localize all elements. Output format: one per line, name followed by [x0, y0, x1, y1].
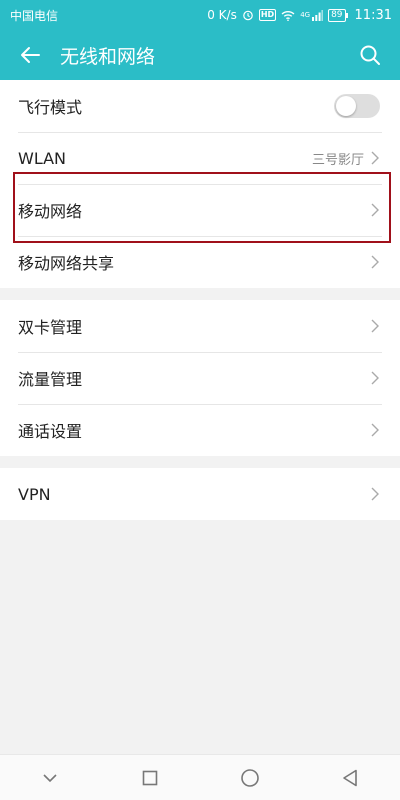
cellular-signal-icon: 4G: [300, 9, 324, 21]
wlan-row[interactable]: WLAN 三号影厅: [0, 132, 400, 184]
hd-icon: HD: [258, 9, 277, 21]
vpn-row[interactable]: VPN: [0, 468, 400, 520]
row-label: 双卡管理: [18, 318, 83, 337]
status-icons: 0 K/s HD 4G 89 11:31: [207, 8, 392, 23]
status-bar: 中国电信 0 K/s HD 4G 89 11:31: [0, 0, 400, 30]
chevron-right-icon: [370, 254, 380, 270]
group-divider: [0, 456, 400, 468]
alarm-icon: [242, 9, 254, 21]
mobile-network-row[interactable]: 移动网络: [0, 184, 400, 236]
app-bar: 无线和网络: [0, 30, 400, 80]
row-label: 移动网络共享: [18, 254, 115, 273]
wlan-current-network: 三号影厅: [311, 152, 364, 168]
back-nav-button[interactable]: [320, 755, 380, 800]
battery-level: 89: [331, 9, 343, 20]
chevron-down-icon: [43, 773, 57, 782]
row-label: 流量管理: [18, 370, 83, 389]
row-label: 通话设置: [18, 422, 83, 441]
square-icon: [142, 770, 158, 785]
navigation-bar: [0, 754, 400, 800]
row-label: 移动网络: [18, 202, 83, 221]
settings-group-sim: 双卡管理 流量管理 通话设置: [0, 300, 400, 456]
airplane-mode-toggle[interactable]: [334, 94, 380, 118]
chevron-right-icon: [370, 422, 380, 438]
network-speed: 0 K/s: [207, 8, 237, 22]
triangle-back-icon: [343, 769, 357, 786]
settings-group-vpn: VPN: [0, 468, 400, 520]
toggle-knob: [336, 96, 356, 116]
page-title: 无线和网络: [60, 45, 156, 68]
row-label: VPN: [18, 484, 51, 504]
chevron-right-icon: [370, 486, 380, 502]
settings-list: 飞行模式 WLAN 三号影厅 移动网络 移动网络共享 双卡管理 流量管理 通话设…: [0, 80, 400, 520]
back-button[interactable]: [0, 30, 60, 80]
home-button[interactable]: [220, 755, 280, 800]
search-button[interactable]: [340, 30, 400, 80]
call-settings-row[interactable]: 通话设置: [0, 404, 400, 456]
wifi-icon: [281, 10, 295, 21]
back-arrow-icon: [21, 47, 40, 63]
chevron-right-icon: [370, 202, 380, 218]
data-usage-row[interactable]: 流量管理: [0, 352, 400, 404]
airplane-mode-row[interactable]: 飞行模式: [0, 80, 400, 132]
settings-group-network: 飞行模式 WLAN 三号影厅 移动网络 移动网络共享: [0, 80, 400, 288]
signal-type: 4G: [300, 11, 311, 19]
group-divider: [0, 288, 400, 300]
row-label: WLAN: [18, 148, 67, 168]
tethering-row[interactable]: 移动网络共享: [0, 236, 400, 288]
chevron-right-icon: [370, 318, 380, 334]
dual-sim-row[interactable]: 双卡管理: [0, 300, 400, 352]
carrier-name: 中国电信: [10, 8, 59, 23]
chevron-right-icon: [370, 150, 380, 166]
battery-icon: 89: [328, 8, 349, 22]
search-icon: [360, 45, 380, 65]
circle-icon: [241, 768, 259, 787]
row-label: 飞行模式: [18, 98, 83, 117]
clock: 11:31: [354, 7, 392, 23]
recent-apps-button[interactable]: [120, 755, 180, 800]
chevron-right-icon: [370, 370, 380, 386]
notification-toggle-button[interactable]: [20, 755, 80, 800]
